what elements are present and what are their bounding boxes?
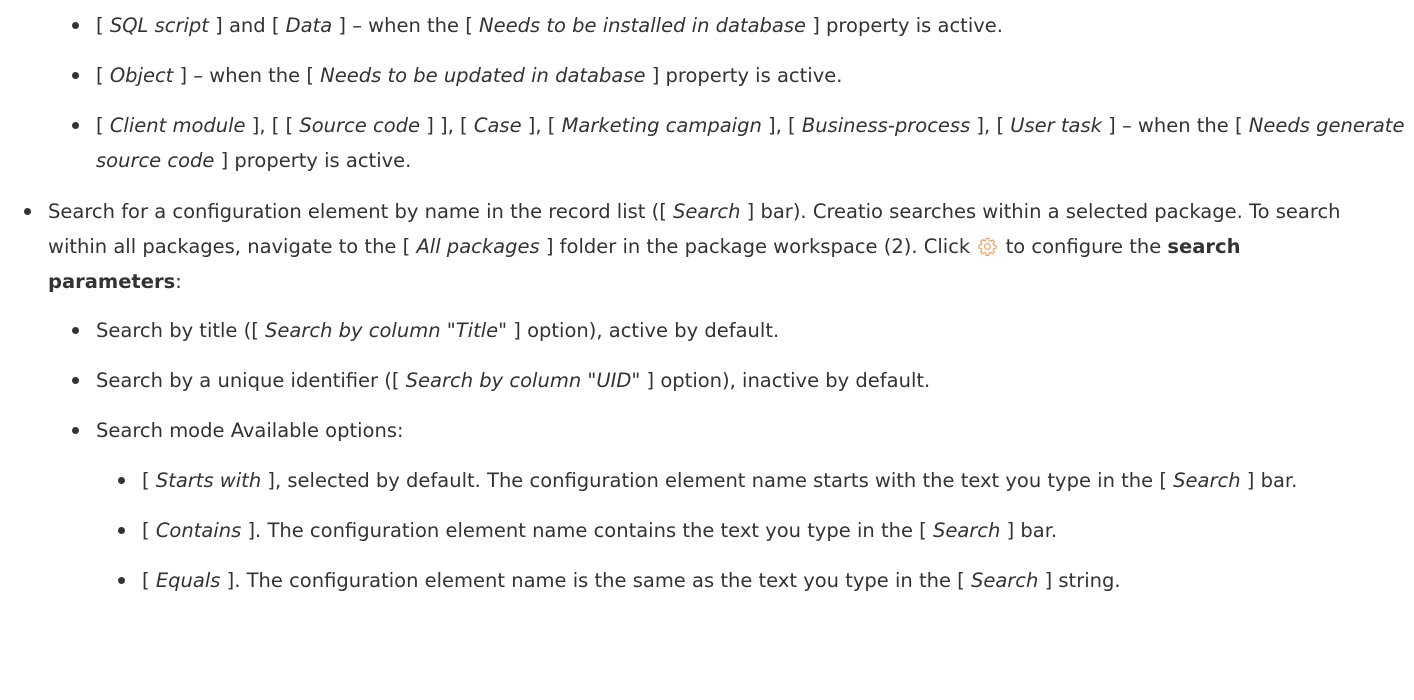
ui-label: Needs to be updated in database	[320, 64, 646, 87]
list-item: [ SQL script ] and [ Data ] – when the […	[72, 8, 1414, 43]
ui-label: Search	[932, 519, 1001, 542]
ui-label: User task	[1010, 114, 1102, 137]
ui-label: Source code	[299, 114, 421, 137]
ui-label: Search	[1173, 469, 1241, 492]
ui-label: Starts with	[155, 469, 262, 492]
ui-label: Equals	[155, 569, 221, 592]
ui-label: SQL script	[109, 14, 209, 37]
ui-label: Search by column "UID"	[405, 369, 641, 392]
ui-label: Case	[473, 114, 522, 137]
list-item: [ Starts with ], selected by default. Th…	[118, 463, 1374, 498]
ui-label: Contains	[155, 519, 242, 542]
list-item: Search by title ([ Search by column "Tit…	[72, 313, 1374, 348]
search-list-item: Search for a configuration element by na…	[24, 194, 1414, 598]
main-list: Search for a configuration element by na…	[0, 194, 1414, 598]
list-item: [ Client module ], [ [ Source code ] ], …	[72, 108, 1414, 178]
list-item: [ Contains ]. The configuration element …	[118, 513, 1374, 548]
gear-icon	[978, 237, 997, 256]
list-item: Search by a unique identifier ([ Search …	[72, 363, 1374, 398]
ui-label: Business-process	[801, 114, 971, 137]
list-item: [ Equals ]. The configuration element na…	[118, 563, 1374, 598]
ui-label: Client module	[109, 114, 246, 137]
list-item: [ Object ] – when the [ Needs to be upda…	[72, 58, 1414, 93]
installation-conditions-list: [ SQL script ] and [ Data ] – when the […	[0, 8, 1414, 178]
ui-label: Marketing campaign	[561, 114, 762, 137]
ui-label: Search by column "Title"	[265, 319, 508, 342]
ui-label: All packages	[416, 235, 540, 258]
ui-label: Object	[109, 64, 174, 87]
ui-label: Data	[285, 14, 333, 37]
search-modes-list: [ Starts with ], selected by default. Th…	[96, 463, 1374, 598]
ui-label: Search	[673, 200, 741, 223]
list-item: Search mode Available options: [ Starts …	[72, 413, 1374, 598]
search-parameters-list: Search by title ([ Search by column "Tit…	[48, 313, 1374, 598]
ui-label: Needs to be installed in database	[479, 14, 807, 37]
ui-label: Search	[970, 569, 1039, 592]
